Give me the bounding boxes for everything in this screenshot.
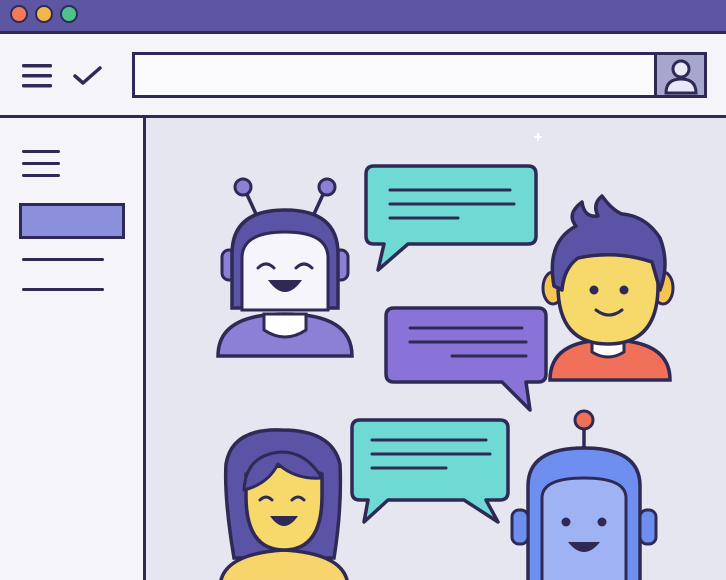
app-window xyxy=(0,0,726,580)
chat-illustration xyxy=(216,133,675,580)
sparkle-icon xyxy=(534,133,542,141)
spiky-hair-boy-avatar xyxy=(541,194,675,382)
hamburger-menu-icon[interactable] xyxy=(22,62,54,90)
chat-area xyxy=(146,118,726,580)
chat-bubble-middle xyxy=(384,306,548,412)
sidebar-item[interactable] xyxy=(19,282,109,296)
sidebar-item-line xyxy=(22,258,104,261)
maximize-window-button[interactable] xyxy=(60,5,78,23)
sidebar-menu-line xyxy=(22,174,60,177)
user-profile-icon xyxy=(664,59,698,95)
search-bar xyxy=(132,52,707,98)
sidebar-menu-line xyxy=(22,150,60,153)
blue-robot-avatar xyxy=(510,409,658,580)
title-bar xyxy=(0,0,726,34)
sidebar-item-selected[interactable] xyxy=(19,203,125,239)
toolbar xyxy=(0,34,726,118)
minimize-window-button[interactable] xyxy=(35,5,53,23)
sidebar xyxy=(0,118,146,580)
chat-bubble-bottom xyxy=(350,418,510,524)
chat-bubble-top xyxy=(364,164,538,272)
search-input[interactable] xyxy=(135,55,655,95)
sidebar-menu-icon[interactable] xyxy=(22,148,62,180)
sidebar-item-line xyxy=(22,288,104,291)
checkmark-icon[interactable] xyxy=(72,64,104,88)
long-hair-girl-avatar xyxy=(219,428,349,580)
robot-avatar-left xyxy=(216,177,354,358)
sidebar-menu-line xyxy=(22,162,60,165)
sidebar-item[interactable] xyxy=(19,252,109,266)
profile-button[interactable] xyxy=(654,55,704,95)
close-window-button[interactable] xyxy=(10,5,28,23)
